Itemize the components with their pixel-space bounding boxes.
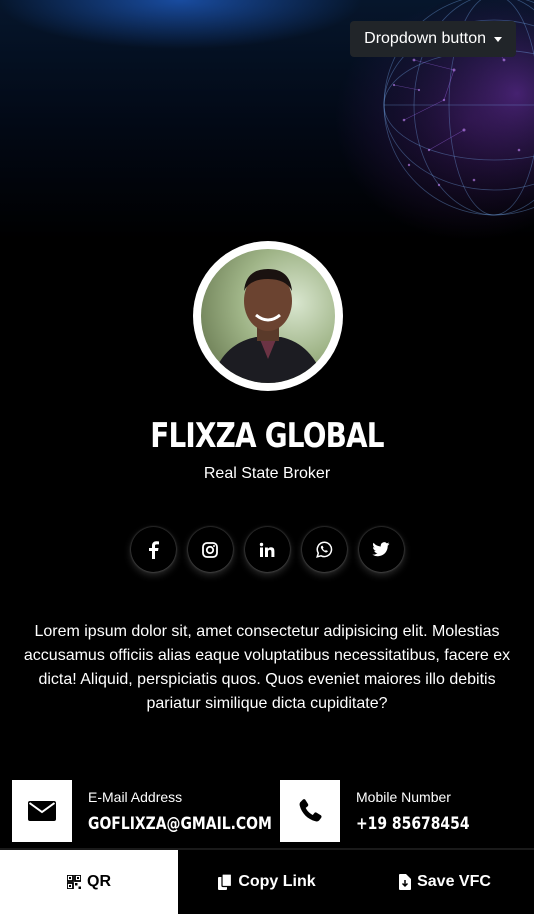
save-vcf-label: Save VFC xyxy=(417,873,491,890)
dropdown-button[interactable]: Dropdown button xyxy=(350,21,516,57)
phone-value[interactable]: +19 85678454 xyxy=(356,814,470,834)
whatsapp-button[interactable] xyxy=(301,527,347,572)
instagram-button[interactable] xyxy=(187,527,233,572)
social-links xyxy=(0,527,534,572)
instagram-icon xyxy=(202,541,218,558)
profile-name: FLIXZA GLOBAL xyxy=(150,416,384,456)
copy-link-button[interactable]: Copy Link xyxy=(178,850,356,914)
email-value[interactable]: GOFLIXZA@GMAIL.COM xyxy=(88,814,272,834)
copy-icon xyxy=(218,874,233,890)
whatsapp-icon xyxy=(315,541,332,558)
save-vcf-button[interactable]: Save VFC xyxy=(356,850,534,914)
qr-button-label: QR xyxy=(87,873,111,890)
avatar-photo xyxy=(201,249,335,383)
linkedin-icon xyxy=(259,542,275,557)
envelope-icon-box xyxy=(12,780,72,842)
twitter-icon xyxy=(372,542,390,557)
qr-code-icon xyxy=(67,875,81,889)
bottom-action-bar: QR Copy Link Save VFC xyxy=(0,848,534,914)
caret-down-icon xyxy=(494,36,502,42)
envelope-icon xyxy=(28,801,56,821)
email-label: E-Mail Address xyxy=(88,788,183,805)
file-download-icon xyxy=(399,874,412,890)
dropdown-button-label: Dropdown button xyxy=(364,30,486,47)
facebook-icon xyxy=(149,540,159,559)
phone-icon-box xyxy=(280,780,340,842)
copy-link-label: Copy Link xyxy=(238,873,316,890)
linkedin-button[interactable] xyxy=(244,527,290,572)
twitter-button[interactable] xyxy=(358,527,404,572)
facebook-button[interactable] xyxy=(130,527,176,572)
hero-background: Dropdown button xyxy=(0,0,534,240)
phone-icon xyxy=(299,799,322,822)
qr-button[interactable]: QR xyxy=(0,850,178,914)
email-contact[interactable]: E-Mail Address GOFLIXZA@GMAIL.COM xyxy=(12,780,312,842)
profile-bio: Lorem ipsum dolor sit, amet consectetur … xyxy=(23,623,511,712)
profile-title: Real State Broker xyxy=(203,465,331,482)
phone-contact[interactable]: Mobile Number +19 85678454 xyxy=(280,780,494,842)
profile-avatar xyxy=(193,241,343,391)
phone-label: Mobile Number xyxy=(356,788,451,805)
